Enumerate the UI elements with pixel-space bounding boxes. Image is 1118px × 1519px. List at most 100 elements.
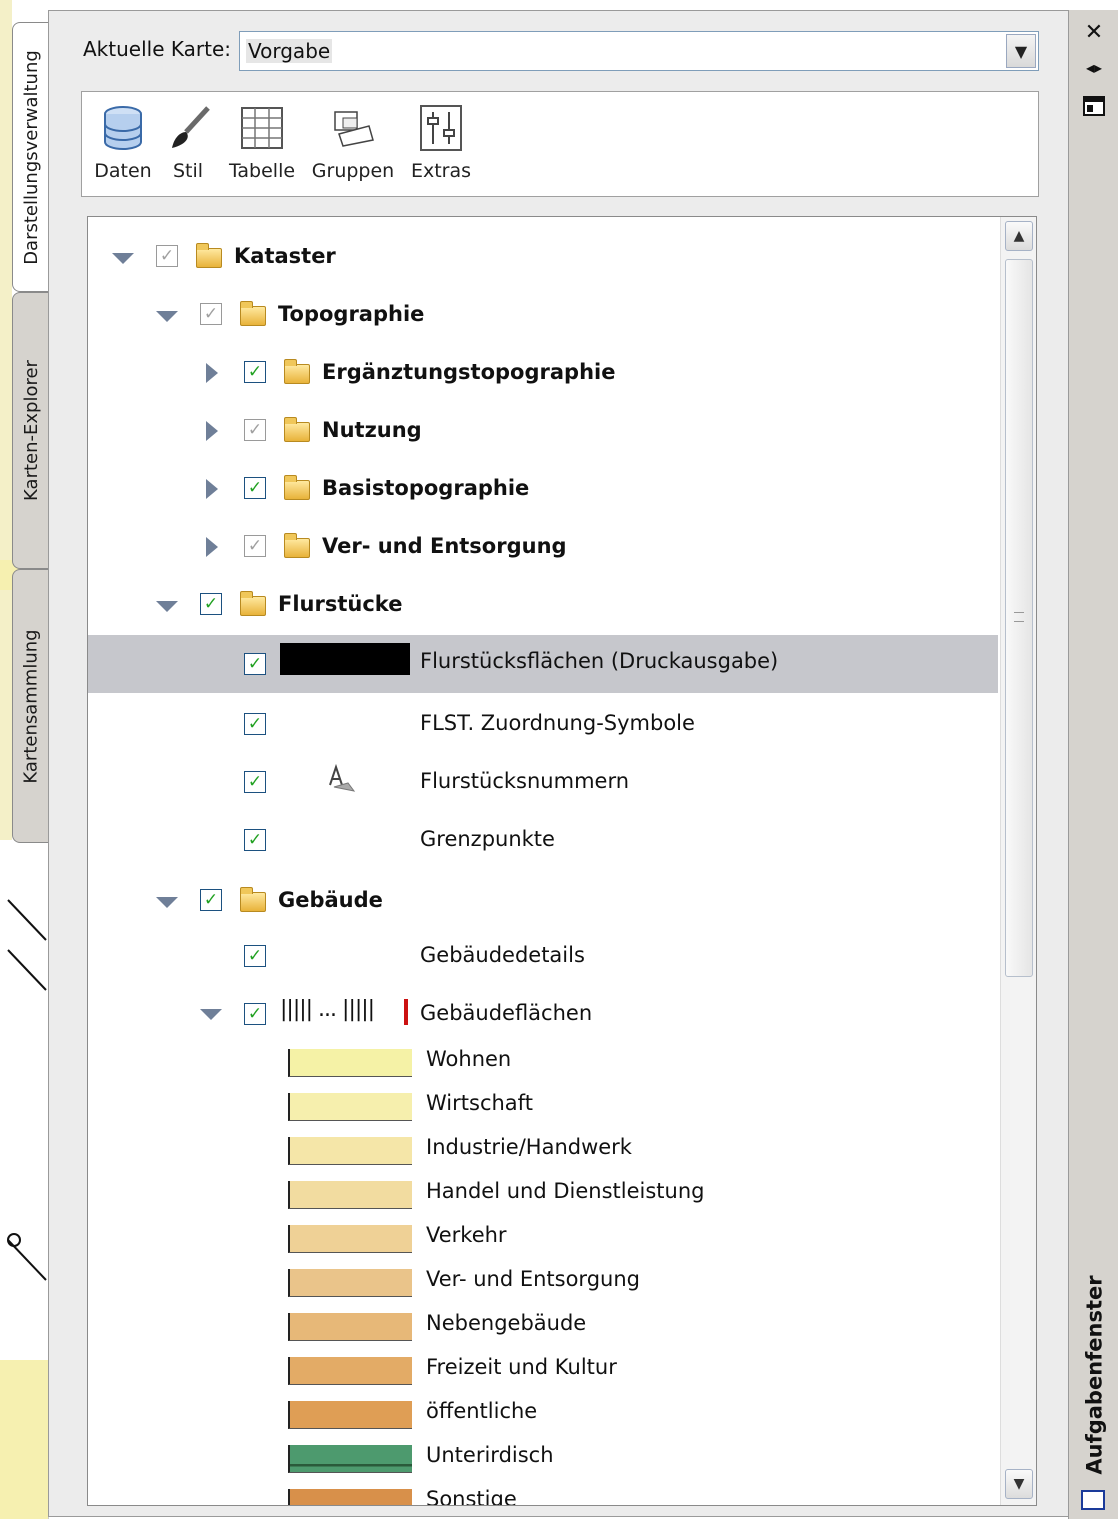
- tree-item-gebaeudeflaechen[interactable]: ✓ ||||| ... ||||| Gebäudeflächen: [88, 983, 998, 1039]
- checkbox[interactable]: ✓: [200, 889, 222, 911]
- legend-label: Unterirdisch: [426, 1443, 554, 1467]
- checkbox[interactable]: ✓: [244, 945, 266, 967]
- current-map-select[interactable]: Vorgabe ▼: [239, 31, 1039, 71]
- tab-darstellungsverwaltung[interactable]: Darstellungsverwaltung: [12, 22, 49, 292]
- collapse-arrow-icon[interactable]: [156, 897, 178, 908]
- hatch-symbol: ||||| ... |||||: [280, 997, 375, 1022]
- tree-item-label: Flurstücke: [278, 592, 403, 616]
- brush-icon: [164, 104, 212, 152]
- tree-item-gebaeudedetails[interactable]: ✓ Gebäudedetails: [88, 925, 998, 981]
- checkbox[interactable]: ✓: [244, 477, 266, 499]
- legend-swatch: [288, 1093, 412, 1121]
- tree-item-label: Ergänztungstopographie: [322, 360, 616, 384]
- collapse-arrow-icon[interactable]: [112, 253, 134, 264]
- checkbox[interactable]: ✓: [244, 419, 266, 441]
- tree-item-flst-zuordnung[interactable]: ✓ FLST. Zuordnung-Symbole: [88, 693, 998, 749]
- grip-icon: [1014, 612, 1024, 622]
- style-swatch: [280, 643, 410, 675]
- expand-arrow-icon[interactable]: [206, 479, 218, 499]
- tree-item-gebaeude[interactable]: ✓ Gebäude: [88, 867, 998, 923]
- auto-hide-icon[interactable]: ◂▸: [1069, 58, 1118, 77]
- legend-swatch: [288, 1225, 412, 1253]
- tree-item-label: Gebäudeflächen: [420, 1001, 593, 1025]
- tree-item-label: Nutzung: [322, 418, 422, 442]
- tree-item-flurstuecke[interactable]: ✓ Flurstücke: [88, 577, 998, 633]
- legend-swatch: [288, 1049, 412, 1077]
- tree-item-nutzung[interactable]: ✓ Nutzung: [88, 403, 998, 459]
- tree-item-label: Flurstücksnummern: [420, 769, 630, 793]
- expand-arrow-icon[interactable]: [206, 421, 218, 441]
- tree-item-basistopographie[interactable]: ✓ Basistopographie: [88, 461, 998, 517]
- collapse-arrow-icon[interactable]: [200, 1009, 222, 1020]
- tree-item-ver-und-entsorgung[interactable]: ✓ Ver- und Entsorgung: [88, 519, 998, 575]
- expand-arrow-icon[interactable]: [206, 363, 218, 383]
- folder-icon: [196, 243, 222, 268]
- checkbox[interactable]: ✓: [244, 1003, 266, 1025]
- tab-kartensammlung[interactable]: Kartensammlung: [12, 569, 49, 843]
- tab-label: Darstellungsverwaltung: [20, 49, 42, 265]
- tree-item-ergaenzungstopographie[interactable]: ✓ Ergänztungstopographie: [88, 345, 998, 401]
- checkbox[interactable]: ✓: [244, 653, 266, 675]
- tree-item-label: Flurstücksflächen (Druckausgabe): [420, 649, 779, 673]
- gruppen-label: Gruppen: [311, 160, 395, 182]
- close-icon[interactable]: ✕: [1069, 20, 1118, 45]
- checkbox[interactable]: ✓: [244, 535, 266, 557]
- folder-icon: [284, 475, 310, 500]
- collapse-arrow-icon[interactable]: [156, 311, 178, 322]
- palette-title-bar: ✕ ◂▸ Aufgabenfenster: [1068, 10, 1118, 1519]
- properties-icon[interactable]: [1069, 96, 1118, 122]
- tree-item-flurstuecksnummern[interactable]: ✓ Flurstücksnummern: [88, 751, 998, 807]
- legend-swatch: [288, 1445, 412, 1473]
- scroll-down-button[interactable]: ▼: [1005, 1469, 1033, 1499]
- legend-swatch: [288, 1401, 412, 1429]
- checkbox[interactable]: ✓: [244, 771, 266, 793]
- checkbox[interactable]: ✓: [244, 713, 266, 735]
- palette-title-text: Aufgabenfenster: [1083, 1275, 1108, 1475]
- chevron-down-icon[interactable]: ▼: [1006, 34, 1036, 68]
- extras-button[interactable]: Extras: [408, 104, 474, 182]
- gruppen-button[interactable]: Gruppen: [308, 104, 398, 182]
- tree-item-grenzpunkte[interactable]: ✓ Grenzpunkte: [88, 809, 998, 865]
- tab-karten-explorer[interactable]: Karten-Explorer: [12, 292, 49, 569]
- checkbox[interactable]: ✓: [200, 303, 222, 325]
- daten-button[interactable]: Daten: [92, 104, 154, 182]
- folder-icon: [240, 887, 266, 912]
- stil-button[interactable]: Stil: [162, 104, 214, 182]
- groups-icon: [329, 104, 377, 152]
- legend-label: Sonstige: [426, 1487, 517, 1506]
- tree-item-flurstuecksflaechen[interactable]: ✓ Flurstücksflächen (Druckausgabe): [88, 635, 998, 693]
- vertical-scrollbar[interactable]: ▲ ▼: [1000, 217, 1036, 1505]
- checkbox[interactable]: ✓: [244, 361, 266, 383]
- table-icon: [238, 104, 286, 152]
- checkbox[interactable]: ✓: [200, 593, 222, 615]
- legend-label: Freizeit und Kultur: [426, 1355, 617, 1379]
- legend-swatch: [288, 1313, 412, 1341]
- tree-item-topographie[interactable]: ✓ Topographie: [88, 287, 998, 343]
- window-icon[interactable]: [1081, 1490, 1105, 1510]
- legend-label: Wohnen: [426, 1047, 512, 1071]
- layer-tree: ✓ Kataster ✓ Topographie ✓ Ergänztungsto…: [87, 216, 1037, 1506]
- drawing-fill: [0, 1360, 48, 1519]
- legend-swatch: [288, 1357, 412, 1385]
- legend-label: öffentliche: [426, 1399, 538, 1423]
- tab-label: Karten-Explorer: [20, 360, 42, 501]
- tree-item-kataster[interactable]: ✓ Kataster: [88, 229, 998, 285]
- folder-icon: [240, 301, 266, 326]
- current-map-value: Vorgabe: [246, 39, 333, 63]
- legend-label: Industrie/Handwerk: [426, 1135, 632, 1159]
- palette-title: Aufgabenfenster: [1077, 1275, 1113, 1474]
- scrollbar-thumb[interactable]: [1005, 259, 1033, 977]
- checkbox[interactable]: ✓: [244, 829, 266, 851]
- folder-icon: [284, 417, 310, 442]
- collapse-arrow-icon[interactable]: [156, 601, 178, 612]
- legend-label: Nebengebäude: [426, 1311, 587, 1335]
- folder-icon: [284, 359, 310, 384]
- legend-swatch: [288, 1269, 412, 1297]
- tree-item-label: Topographie: [278, 302, 425, 326]
- daten-label: Daten: [94, 160, 152, 182]
- expand-arrow-icon[interactable]: [206, 537, 218, 557]
- checkbox[interactable]: ✓: [156, 245, 178, 267]
- text-style-icon: [326, 763, 360, 795]
- scroll-up-button[interactable]: ▲: [1005, 221, 1033, 251]
- tabelle-button[interactable]: Tabelle: [224, 104, 300, 182]
